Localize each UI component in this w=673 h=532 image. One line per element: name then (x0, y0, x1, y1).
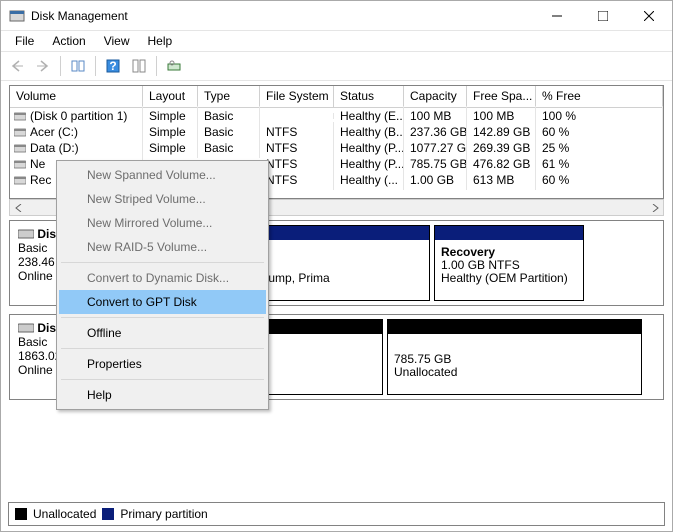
volume-name: Rec (30, 173, 51, 187)
legend-swatch-primary (102, 508, 114, 520)
menu-action[interactable]: Action (44, 32, 93, 50)
titlebar: Disk Management (1, 1, 672, 31)
menu-item: New Striped Volume... (59, 187, 266, 211)
menu-item[interactable]: Properties (59, 352, 266, 376)
menu-item[interactable]: Offline (59, 321, 266, 345)
cell-free: 613 MB (467, 170, 536, 190)
col-layout[interactable]: Layout (143, 86, 198, 107)
menu-help[interactable]: Help (140, 32, 181, 50)
col-capacity[interactable]: Capacity (404, 86, 467, 107)
cell-fs: NTFS (260, 170, 334, 190)
col-type[interactable]: Type (198, 86, 260, 107)
app-icon (9, 8, 25, 24)
menu-item: Convert to Dynamic Disk... (59, 266, 266, 290)
menu-item: New Mirrored Volume... (59, 211, 266, 235)
menu-item[interactable]: Help (59, 383, 266, 407)
legend-unallocated: Unallocated (33, 507, 96, 521)
show-hide-button[interactable] (66, 54, 90, 78)
scroll-right-icon[interactable] (646, 200, 663, 215)
col-volume[interactable]: Volume (10, 86, 143, 107)
menu-view[interactable]: View (96, 32, 138, 50)
menubar: File Action View Help (1, 31, 672, 51)
volume-header: Volume Layout Type File System Status Ca… (10, 86, 663, 108)
forward-button[interactable] (31, 54, 55, 78)
menu-file[interactable]: File (7, 32, 42, 50)
legend-primary: Primary partition (120, 507, 207, 521)
cell-fs (260, 113, 334, 119)
cell-pct: 60 % (536, 170, 663, 190)
menu-item: New Spanned Volume... (59, 163, 266, 187)
window-title: Disk Management (31, 9, 534, 23)
col-free[interactable]: Free Spa... (467, 86, 536, 107)
context-menu[interactable]: New Spanned Volume...New Striped Volume.… (56, 160, 269, 410)
cell-layout: Simple (143, 138, 198, 158)
help-button[interactable]: ? (101, 54, 125, 78)
col-status[interactable]: Status (334, 86, 404, 107)
close-button[interactable] (626, 1, 672, 31)
partition-unallocated[interactable]: 785.75 GBUnallocated (387, 319, 642, 395)
volume-name: Ne (30, 157, 45, 171)
svg-text:?: ? (109, 59, 116, 73)
legend: Unallocated Primary partition (8, 502, 665, 526)
back-button[interactable] (5, 54, 29, 78)
partition-primary[interactable]: Recovery1.00 GB NTFSHealthy (OEM Partiti… (434, 225, 584, 301)
menu-item[interactable]: Convert to GPT Disk (59, 290, 266, 314)
maximize-button[interactable] (580, 1, 626, 31)
cell-type: Basic (198, 138, 260, 158)
volume-name: Data (D:) (30, 141, 79, 155)
minimize-button[interactable] (534, 1, 580, 31)
cell-status: Healthy (... (334, 170, 404, 190)
volume-name: Acer (C:) (30, 125, 78, 139)
settings-button[interactable] (127, 54, 151, 78)
col-filesystem[interactable]: File System (260, 86, 334, 107)
cell-capacity: 1.00 GB (404, 170, 467, 190)
menu-item: New RAID-5 Volume... (59, 235, 266, 259)
scroll-left-icon[interactable] (10, 200, 27, 215)
volume-name: (Disk 0 partition 1) (30, 109, 127, 123)
toolbar: ? (1, 51, 672, 81)
col-pctfree[interactable]: % Free (536, 86, 663, 107)
legend-swatch-unallocated (15, 508, 27, 520)
refresh-button[interactable] (162, 54, 186, 78)
